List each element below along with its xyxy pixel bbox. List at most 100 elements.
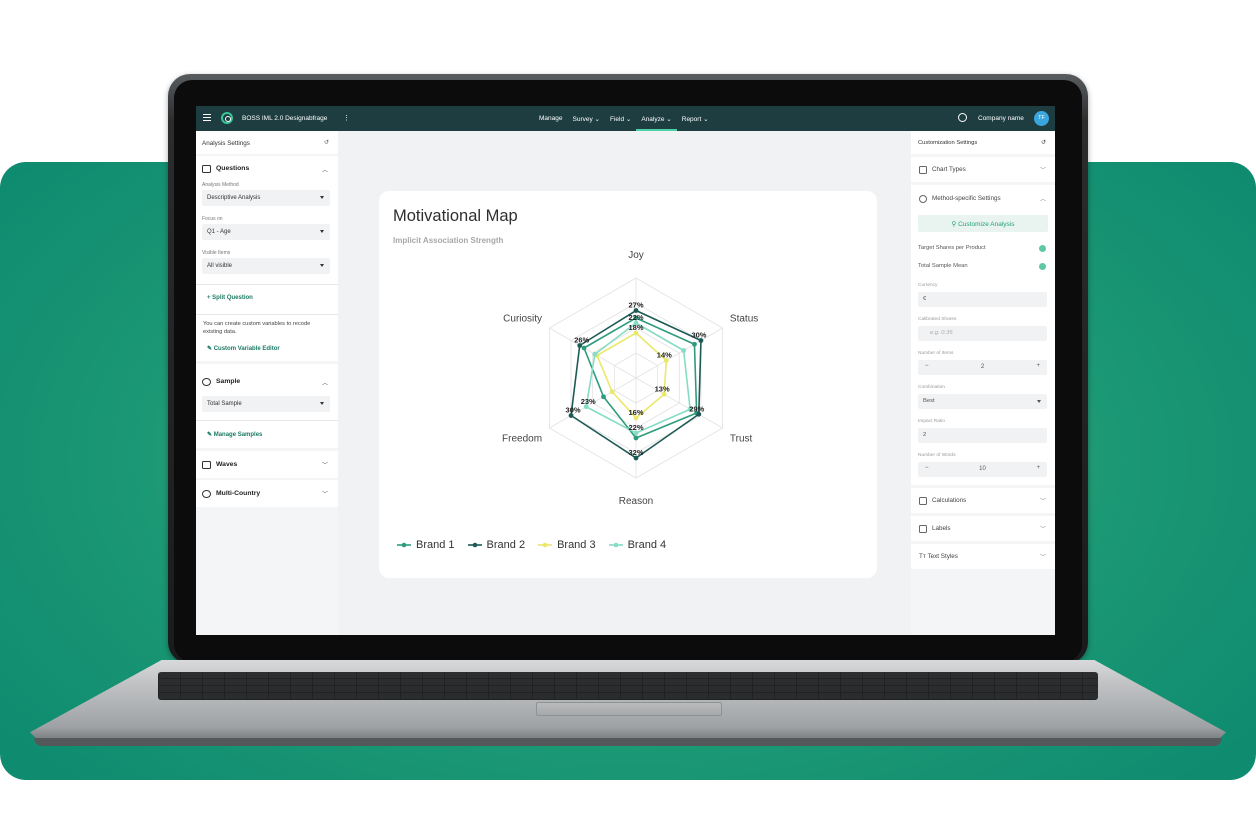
method-specific-section: Method-specific Settings ︿ ⚲ Customize A…: [911, 185, 1055, 485]
more-options-icon[interactable]: ⋮: [343, 114, 350, 122]
multi-country-heading[interactable]: Multi-Country: [216, 490, 260, 497]
axis-label-reason: Reason: [619, 496, 653, 507]
nav-item-manage[interactable]: Manage: [534, 106, 568, 131]
data-label: 29%: [689, 404, 704, 413]
menu-icon[interactable]: [203, 114, 211, 121]
data-label: 26%: [574, 336, 589, 345]
data-label: 14%: [657, 351, 672, 360]
data-label: 13%: [655, 384, 670, 393]
app-logo[interactable]: [221, 112, 233, 124]
legend-marker: [538, 542, 553, 548]
analysis-settings-panel: Analysis Settings ↺ Questions ︿ Analysis…: [196, 131, 338, 635]
legend-item-brand-4[interactable]: Brand 4: [608, 539, 666, 551]
legend-marker: [608, 542, 623, 548]
legend-item-brand-1[interactable]: Brand 1: [397, 539, 455, 551]
app-screen: BOSS IML 2.0 Designabfrage ⋮ Manage Surv…: [196, 106, 1055, 635]
text-size-icon: Tт: [919, 553, 926, 560]
number-words-stepper[interactable]: −10 +: [918, 462, 1047, 477]
calendar-icon: [202, 461, 211, 469]
labels-label: Labels: [932, 525, 951, 532]
chevron-down-icon: ⌄: [666, 116, 672, 123]
analysis-settings-header: Analysis Settings ↺: [196, 131, 338, 154]
calibrated-shares-input[interactable]: e.g. 0.35: [918, 326, 1047, 341]
split-question-link[interactable]: + Split Question: [207, 295, 253, 301]
chevron-down-icon[interactable]: ﹀: [322, 489, 328, 498]
number-words-label: Number of Words: [918, 453, 956, 458]
data-label: 23%: [581, 397, 596, 406]
currency-input[interactable]: €: [918, 292, 1047, 307]
plus-icon[interactable]: +: [1036, 465, 1040, 471]
chevron-up-icon[interactable]: ︿: [322, 165, 328, 174]
questions-heading[interactable]: Questions: [216, 165, 249, 172]
pencil-icon: ✎: [207, 346, 213, 352]
legend-item-brand-3[interactable]: Brand 3: [538, 539, 596, 551]
total-sample-mean-toggle[interactable]: [1039, 263, 1046, 270]
waves-section[interactable]: Waves ﹀: [196, 451, 338, 478]
laptop-keyboard: [158, 672, 1098, 700]
waves-heading[interactable]: Waves: [216, 461, 237, 468]
number-items-stepper[interactable]: −2 +: [918, 360, 1047, 375]
dropdown-arrow-icon: [320, 230, 324, 233]
axis-label-curiosity: Curiosity: [503, 314, 542, 325]
chevron-up-icon[interactable]: ︿: [1040, 194, 1046, 203]
sample-select[interactable]: Total Sample: [202, 396, 330, 412]
legend-marker: [397, 542, 411, 548]
avatar[interactable]: TF: [1034, 111, 1049, 126]
impact-ratio-input[interactable]: 2: [918, 428, 1047, 443]
reset-icon[interactable]: ↺: [324, 139, 329, 146]
labels-row[interactable]: Labels ﹀: [911, 516, 1055, 541]
data-label: 16%: [628, 408, 643, 417]
reset-icon[interactable]: ↺: [1041, 139, 1046, 146]
divider: [196, 420, 338, 421]
nav-item-survey[interactable]: Survey ⌄: [568, 106, 606, 131]
calculations-label: Calculations: [932, 497, 967, 504]
chevron-down-icon[interactable]: ﹀: [322, 460, 328, 469]
chevron-down-icon[interactable]: ﹀: [1040, 552, 1046, 561]
axis-label-freedom: Freedom: [502, 434, 542, 445]
help-icon[interactable]: [958, 113, 967, 122]
text-styles-label: Tт Text Styles: [919, 553, 958, 560]
analysis-method-select[interactable]: Descriptive Analysis: [202, 190, 330, 206]
legend-label: Brand 3: [557, 539, 596, 551]
data-label: 30%: [691, 331, 706, 340]
customize-analysis-button[interactable]: ⚲ Customize Analysis: [918, 215, 1048, 232]
plus-icon[interactable]: +: [1036, 363, 1040, 369]
custom-variable-note: You can create custom variables to recod…: [203, 321, 311, 335]
questions-section: Questions ︿ Analysis Method Descriptive …: [196, 156, 338, 361]
chart-types-row[interactable]: Chart Types ﹀: [911, 157, 1055, 182]
chart-icon: [919, 166, 927, 174]
legend-item-brand-2[interactable]: Brand 2: [467, 539, 526, 551]
sample-section: Sample ︿ Total Sample ✎ Manage Samples: [196, 364, 338, 448]
legend-label: Brand 2: [486, 539, 526, 551]
divider: [196, 284, 338, 285]
nav-item-report[interactable]: Report ⌄: [677, 106, 714, 131]
target-shares-toggle[interactable]: [1039, 245, 1046, 252]
chevron-down-icon[interactable]: ﹀: [1040, 524, 1046, 533]
manage-samples-link[interactable]: ✎ Manage Samples: [207, 431, 262, 438]
visible-items-select[interactable]: All visible: [202, 258, 330, 274]
calibrated-shares-label: Calibrated Shares: [918, 317, 957, 322]
sample-heading[interactable]: Sample: [216, 378, 240, 385]
main-nav: Manage Survey ⌄ Field ⌄ Analyze ⌄ Report…: [534, 106, 714, 131]
laptop-base-edge: [34, 738, 1222, 746]
chart-card: Motivational Map Implicit Association St…: [379, 191, 877, 578]
nav-item-analyze[interactable]: Analyze ⌄: [636, 106, 677, 131]
analysis-method-label: Analysis Method: [202, 182, 239, 188]
nav-item-field[interactable]: Field ⌄: [605, 106, 636, 131]
calculations-row[interactable]: Calculations ﹀: [911, 488, 1055, 513]
chevron-down-icon[interactable]: ﹀: [1040, 496, 1046, 505]
chevron-up-icon[interactable]: ︿: [322, 378, 328, 387]
axis-label-joy: Joy: [628, 250, 644, 261]
text-styles-row[interactable]: Tт Text Styles ﹀: [911, 544, 1055, 569]
focus-select[interactable]: Q1 - Age: [202, 224, 330, 240]
globe-icon: [202, 490, 211, 498]
combination-select[interactable]: Best: [918, 394, 1047, 409]
focus-label: Focus on: [202, 216, 223, 222]
company-name[interactable]: Company name: [978, 115, 1024, 122]
multi-country-section[interactable]: Multi-Country ﹀: [196, 480, 338, 507]
project-title: BOSS IML 2.0 Designabfrage: [242, 115, 328, 122]
data-label: 22%: [628, 313, 643, 322]
data-label: 27%: [628, 301, 643, 310]
chevron-down-icon[interactable]: ﹀: [1040, 165, 1046, 174]
custom-variable-editor-link[interactable]: ✎ Custom Variable Editor: [207, 345, 280, 352]
